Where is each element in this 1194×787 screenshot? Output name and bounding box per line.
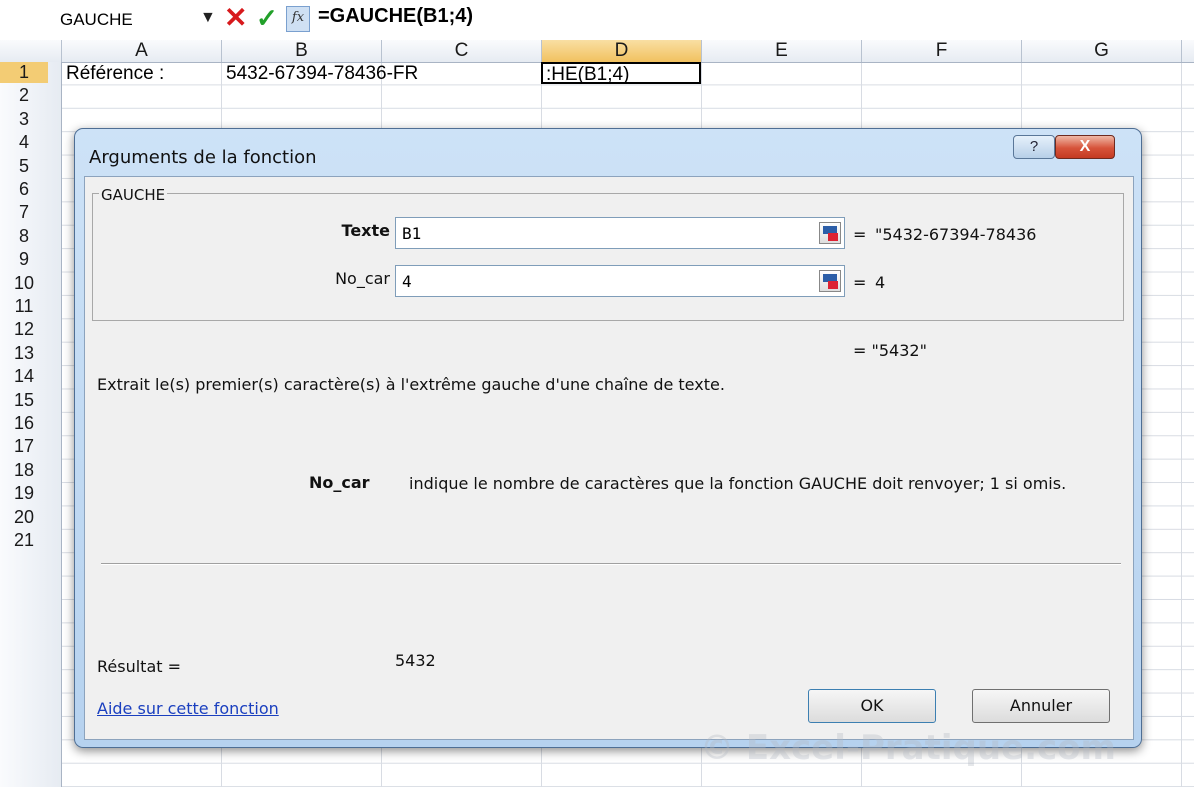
formula-input[interactable]: =GAUCHE(B1;4) — [318, 5, 473, 28]
result-label: Résultat = — [97, 657, 182, 676]
function-name-label: GAUCHE — [99, 186, 168, 204]
no-car-equals: = — [853, 273, 867, 292]
texte-equals: = — [853, 225, 867, 244]
row-header[interactable]: 7 — [0, 202, 48, 223]
row-header[interactable]: 21 — [0, 530, 48, 551]
row-header[interactable]: 10 — [0, 273, 48, 294]
row-header[interactable]: 2 — [0, 85, 48, 106]
row-header[interactable]: 8 — [0, 226, 48, 247]
select-all-corner[interactable] — [0, 40, 62, 62]
row-header[interactable]: 9 — [0, 249, 48, 270]
column-header-b[interactable]: B — [222, 40, 382, 62]
row-header[interactable]: 15 — [0, 390, 48, 411]
no-car-input[interactable]: 4 — [395, 265, 845, 297]
row-headers: 1 2 3 4 5 6 7 8 9 10 11 12 13 14 15 16 1… — [0, 62, 62, 787]
column-header-a[interactable]: A — [62, 40, 222, 62]
formula-bar: GAUCHE ▼ ✕ ✓ fx =GAUCHE(B1;4) — [0, 0, 1194, 40]
arguments-groupbox — [92, 193, 1124, 321]
column-header-d[interactable]: D — [542, 40, 702, 62]
row-header[interactable]: 5 — [0, 156, 48, 177]
param-description: indique le nombre de caractères que la f… — [409, 474, 1067, 493]
result-value: 5432 — [395, 651, 436, 670]
row-header[interactable]: 12 — [0, 319, 48, 340]
row-header[interactable]: 17 — [0, 436, 48, 457]
texte-label: Texte — [341, 221, 390, 240]
column-headers: A B C D E F G — [0, 40, 1194, 63]
cancel-formula-icon[interactable]: ✕ — [224, 2, 247, 34]
column-header-g[interactable]: G — [1022, 40, 1182, 62]
row-header[interactable]: 18 — [0, 460, 48, 481]
row-header[interactable]: 19 — [0, 483, 48, 504]
cell-a1[interactable]: Référence : — [66, 63, 164, 85]
param-name: No_car — [309, 473, 370, 492]
row-header[interactable]: 16 — [0, 413, 48, 434]
separator — [101, 563, 1121, 565]
dialog-title: Arguments de la fonction — [89, 147, 317, 168]
dialog-body: GAUCHE Texte B1 = "5432-67394-78436 No_c… — [84, 176, 1134, 740]
column-header-f[interactable]: F — [862, 40, 1022, 62]
column-header-e[interactable]: E — [702, 40, 862, 62]
help-button[interactable]: ? — [1013, 135, 1055, 159]
formula-result: = "5432" — [853, 341, 927, 360]
cancel-button[interactable]: Annuler — [972, 689, 1110, 723]
enter-formula-icon[interactable]: ✓ — [256, 2, 278, 34]
row-header[interactable]: 20 — [0, 507, 48, 528]
insert-function-icon[interactable]: fx — [286, 6, 310, 32]
column-header-c[interactable]: C — [382, 40, 542, 62]
no-car-label: No_car — [335, 269, 390, 288]
row-header[interactable]: 6 — [0, 179, 48, 200]
collapse-dialog-icon[interactable] — [819, 222, 841, 244]
row-header[interactable]: 3 — [0, 109, 48, 130]
texte-input[interactable]: B1 — [395, 217, 845, 249]
cell-d1-active[interactable]: :HE(B1;4) — [541, 62, 701, 85]
help-link[interactable]: Aide sur cette fonction — [97, 699, 279, 718]
function-arguments-dialog: Arguments de la fonction ? X GAUCHE Text… — [74, 128, 1142, 748]
name-box[interactable]: GAUCHE — [60, 10, 133, 30]
ok-button[interactable]: OK — [808, 689, 936, 723]
no-car-result: 4 — [875, 273, 886, 292]
texte-result: "5432-67394-78436 — [875, 225, 1037, 244]
row-header[interactable]: 11 — [0, 296, 48, 317]
row-header[interactable]: 13 — [0, 343, 48, 364]
collapse-dialog-icon[interactable] — [819, 270, 841, 292]
name-box-dropdown-icon[interactable]: ▼ — [200, 9, 216, 27]
row-header[interactable]: 4 — [0, 132, 48, 153]
watermark: © Excel-Pratique.com — [700, 728, 1116, 768]
cell-b1[interactable]: 5432-67394-78436-FR — [226, 63, 418, 85]
function-description: Extrait le(s) premier(s) caractère(s) à … — [97, 375, 725, 394]
close-button[interactable]: X — [1055, 135, 1115, 159]
row-header[interactable]: 1 — [0, 62, 48, 83]
row-header[interactable]: 14 — [0, 366, 48, 387]
